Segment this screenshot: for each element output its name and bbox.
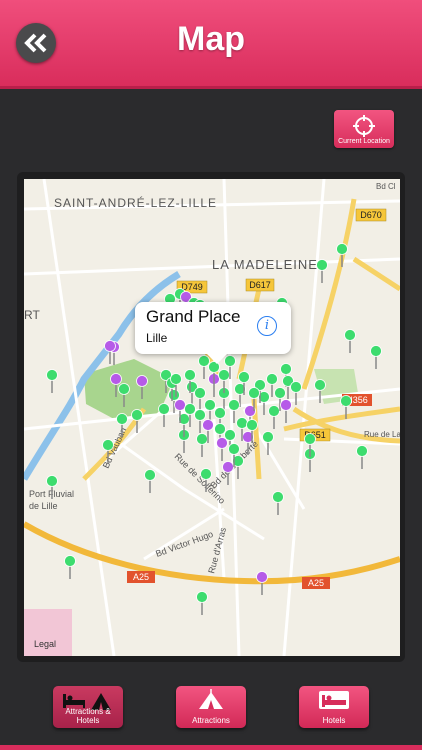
map-callout[interactable]: Grand Place Lille i [135,302,291,364]
road-shield: D617 [245,278,275,292]
header-bar: Map [0,0,422,89]
place-label: RT [24,308,40,322]
map-view[interactable]: D749 D617 D670 N356 D651 A25 A25 SAINT-A… [24,179,400,656]
place-label: de Lille [29,501,58,511]
bottom-accent-bar [0,745,422,750]
map-pin-green[interactable] [144,469,156,494]
attractions-label: Attractions [192,716,230,725]
road-shield: A25 [127,571,155,583]
attractions-hotels-button[interactable]: Attractions & Hotels [53,686,123,728]
callout-pointer [207,354,227,364]
place-label: SAINT-ANDRÉ-LEZ-LILLE [54,195,217,210]
map-pin-green[interactable] [316,259,328,284]
map-pin-green[interactable] [196,591,208,616]
hotels-label: Hotels [322,716,346,725]
hotels-button[interactable]: Hotels [299,686,369,728]
current-location-label: Current Location [338,138,390,145]
info-icon[interactable]: i [257,316,277,336]
road-shield: D670 [355,208,387,222]
bottom-toolbar: Attractions & Hotels Attractions Hotels [0,672,422,750]
map-pin-green[interactable] [268,405,280,430]
svg-text:A25: A25 [133,572,149,582]
page-title: Map [177,20,245,58]
road-shield: A25 [302,577,330,589]
callout-title: Grand Place [146,307,241,326]
street-label: Rue de La [364,430,400,439]
legal-link: Legal [34,639,56,649]
tent-icon [199,689,223,709]
street-label: Bd Cl [376,182,396,191]
current-location-button[interactable]: Current Location [334,110,394,148]
svg-text:D670: D670 [360,210,382,220]
place-label: LA MADELEINE [212,257,318,272]
svg-text:A25: A25 [308,578,324,588]
map-pin-green[interactable] [196,433,208,458]
svg-text:D617: D617 [249,280,271,290]
bed-icon [319,691,349,709]
attractions-hotels-label: Attractions & Hotels [65,707,111,725]
map-pin-green[interactable] [356,445,368,470]
attractions-button[interactable]: Attractions [176,686,246,728]
map-pin-green[interactable] [46,369,58,394]
map-pin-green[interactable] [370,345,382,370]
map-pin-purple[interactable] [216,437,228,462]
map-pin-green[interactable] [344,329,356,354]
map-pin-green[interactable] [194,387,206,412]
map-pin-green[interactable] [272,491,284,516]
map-pin-green[interactable] [64,555,76,580]
callout-subtitle: Lille [146,331,168,345]
crosshair-icon [353,115,375,137]
map-pin-purple[interactable] [280,399,292,424]
